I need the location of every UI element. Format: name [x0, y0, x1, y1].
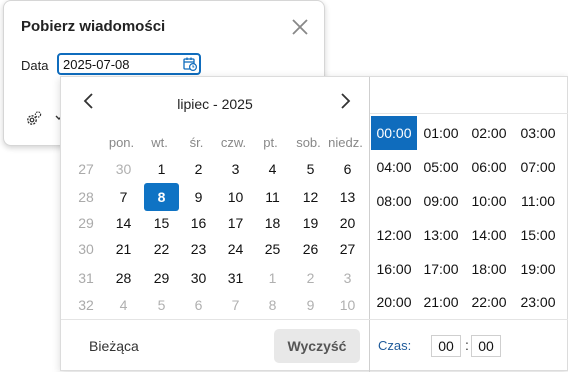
weekday-label: sob. — [296, 135, 321, 150]
day-cell[interactable]: 7 — [105, 183, 142, 211]
day-cell[interactable]: 21 — [105, 235, 142, 263]
day-cell[interactable]: 18 — [254, 209, 291, 237]
date-label: Data — [21, 58, 49, 73]
day-cell[interactable]: 31 — [217, 264, 254, 292]
day-cell[interactable]: 4 — [105, 291, 142, 319]
day-cell[interactable]: 25 — [254, 235, 291, 263]
week-number: 29 — [78, 215, 94, 231]
calendar-icon[interactable] — [183, 57, 197, 71]
week-number: 27 — [78, 161, 94, 177]
day-cell[interactable]: 23 — [180, 235, 217, 263]
day-cell[interactable]: 17 — [217, 209, 254, 237]
week-number: 30 — [78, 241, 94, 257]
day-cell[interactable]: 15 — [143, 209, 180, 237]
day-cell-selected[interactable]: 8 — [143, 183, 180, 211]
day-cell[interactable]: 1 — [254, 264, 291, 292]
week-number: 31 — [78, 270, 94, 286]
weekday-label: wt. — [151, 135, 168, 150]
month-title[interactable]: lipiec - 2025 — [61, 96, 369, 112]
day-cell[interactable]: 5 — [143, 291, 180, 319]
weekday-label: niedz. — [328, 135, 363, 150]
day-cell[interactable]: 12 — [292, 183, 329, 211]
calendar-pane: lipiec - 2025 pon. wt. śr. czw. pt. sob. niedz… — [61, 77, 369, 372]
day-cell[interactable]: 9 — [292, 291, 329, 319]
day-cell[interactable]: 16 — [180, 209, 217, 237]
day-cell[interactable]: 26 — [292, 235, 329, 263]
hour-input[interactable]: 00 — [431, 335, 461, 357]
weekday-label: czw. — [220, 135, 247, 150]
next-month-icon[interactable] — [335, 91, 355, 111]
time-footer: Czas: 00 : 00 — [370, 77, 568, 372]
day-cell[interactable]: 14 — [105, 209, 142, 237]
day-cell[interactable]: 29 — [143, 264, 180, 292]
day-cell[interactable]: 30 — [105, 155, 142, 183]
day-cell[interactable]: 19 — [292, 209, 329, 237]
time-separator: : — [465, 337, 469, 353]
weekday-label: pt. — [263, 135, 278, 150]
day-cell[interactable]: 9 — [180, 183, 217, 211]
datetime-picker: lipiec - 2025 pon. wt. śr. czw. pt. sob. niedz… — [60, 76, 568, 372]
day-cell[interactable]: 5 — [292, 155, 329, 183]
week-number: 28 — [78, 189, 94, 205]
day-cell[interactable]: 27 — [329, 235, 366, 263]
weekday-label: pon. — [108, 135, 135, 150]
day-cell[interactable]: 10 — [217, 183, 254, 211]
day-cell[interactable]: 6 — [180, 291, 217, 319]
day-cell[interactable]: 4 — [254, 155, 291, 183]
day-cell[interactable]: 22 — [143, 235, 180, 263]
day-cell[interactable]: 7 — [217, 291, 254, 319]
time-label: Czas: — [378, 338, 412, 353]
day-cell[interactable]: 1 — [143, 155, 180, 183]
minute-input[interactable]: 00 — [471, 335, 501, 357]
date-field-value[interactable]: 2025-07-08 — [63, 57, 130, 72]
day-cell[interactable]: 2 — [292, 264, 329, 292]
date-field[interactable]: 2025-07-08 — [57, 53, 201, 75]
gear-icon[interactable] — [25, 110, 43, 128]
day-cell[interactable]: 6 — [329, 155, 366, 183]
day-cell[interactable]: 20 — [329, 209, 366, 237]
day-cell[interactable]: 28 — [105, 264, 142, 292]
day-cell[interactable]: 8 — [254, 291, 291, 319]
weekday-label: śr. — [189, 135, 204, 150]
close-icon[interactable] — [291, 18, 309, 36]
day-cell[interactable]: 30 — [180, 264, 217, 292]
day-cell[interactable]: 3 — [329, 264, 366, 292]
day-cell[interactable]: 10 — [329, 291, 366, 319]
day-cell[interactable]: 13 — [329, 183, 366, 211]
day-cell[interactable]: 24 — [217, 235, 254, 263]
week-number: 32 — [78, 297, 94, 313]
today-button[interactable]: Bieżąca — [89, 338, 139, 354]
day-cell[interactable]: 3 — [217, 155, 254, 183]
day-cell[interactable]: 2 — [180, 155, 217, 183]
clear-button[interactable]: Wyczyść — [274, 329, 360, 363]
dialog-title: Pobierz wiadomości — [21, 18, 166, 35]
day-cell[interactable]: 11 — [254, 183, 291, 211]
